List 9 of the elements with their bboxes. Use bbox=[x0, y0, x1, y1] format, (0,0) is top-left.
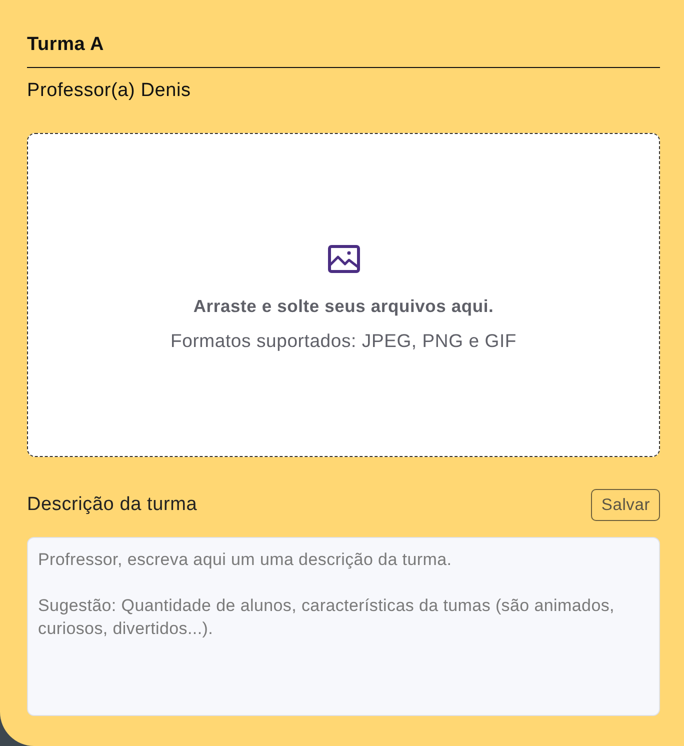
supported-formats: Formatos suportados: JPEG, PNG e GIF bbox=[170, 330, 516, 352]
description-label: Descrição da turma bbox=[27, 493, 198, 517]
class-title: Turma A bbox=[27, 33, 106, 57]
file-drop-zone[interactable]: Arraste e solte seus arquivos aqui. Formatos suportados: JPEG, PNG e GIF bbox=[27, 133, 660, 457]
description-field[interactable]: Profressor, escreva aqui um uma descrição da turma. Sugestão: Quantidade de alunos, características da tumas (são animados, curiosos, divertidos...). bbox=[27, 537, 660, 716]
teacher-name: Professor(a) Denis bbox=[27, 79, 192, 103]
drop-instruction: Arraste e solte seus arquivos aqui. bbox=[193, 295, 494, 317]
save-button[interactable]: Salvar bbox=[591, 489, 660, 521]
image-icon bbox=[328, 245, 360, 273]
